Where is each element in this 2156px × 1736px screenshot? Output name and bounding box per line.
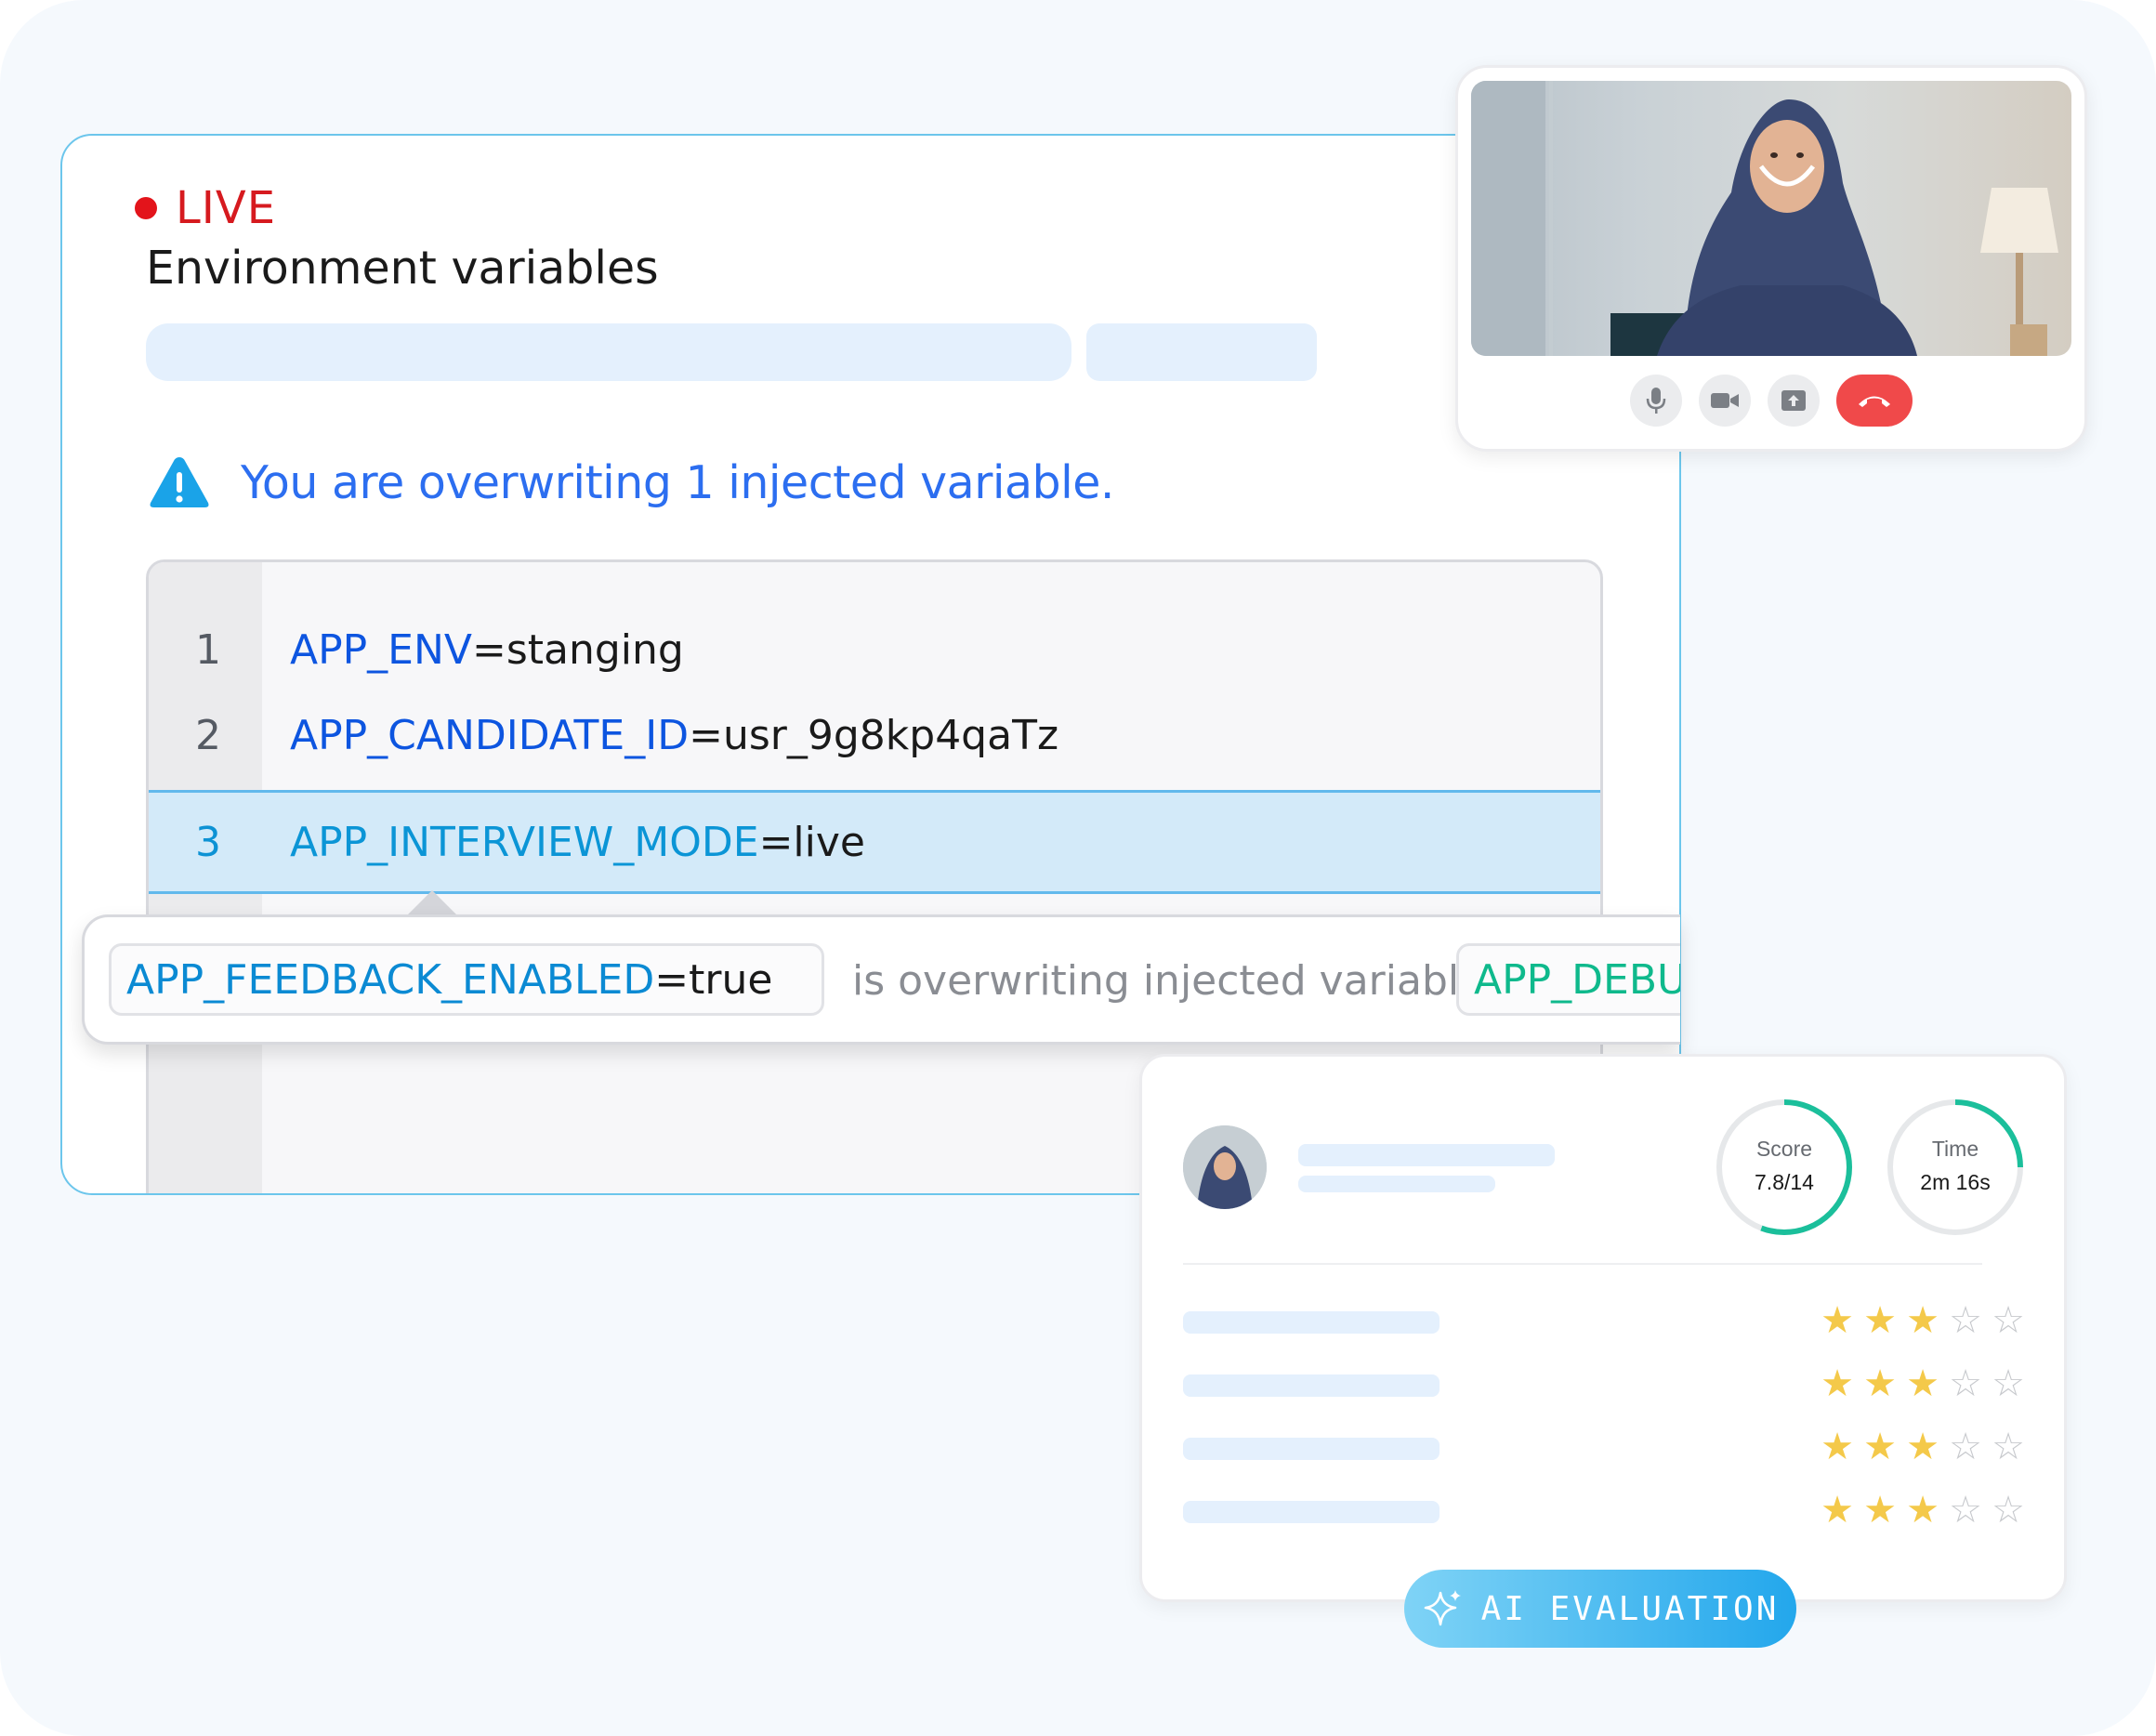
star-filled-icon: ★ xyxy=(1821,1426,1854,1468)
time-label: Time xyxy=(1931,1137,1979,1161)
star-empty-icon: ☆ xyxy=(1949,1489,1982,1532)
alert-triangle-icon xyxy=(150,457,209,507)
star-empty-icon: ☆ xyxy=(1949,1426,1982,1468)
star-filled-icon: ★ xyxy=(1863,1426,1897,1468)
candidate-subtitle-skeleton xyxy=(1298,1176,1495,1192)
live-indicator: LIVE xyxy=(135,180,276,236)
star-empty-icon: ☆ xyxy=(1992,1426,2025,1468)
time-progress-ring xyxy=(1887,1099,2023,1235)
panel-title: Environment variables xyxy=(146,242,659,295)
microphone-icon xyxy=(1646,388,1666,414)
line-number: 3 xyxy=(195,818,221,866)
ai-evaluation-label: AI EVALUATION xyxy=(1480,1589,1780,1628)
star-filled-icon: ★ xyxy=(1863,1362,1897,1405)
camera-icon xyxy=(1711,393,1739,408)
star-filled-icon: ★ xyxy=(1906,1489,1939,1532)
score-label: Score xyxy=(1755,1137,1813,1161)
criterion-label-skeleton xyxy=(1183,1501,1440,1523)
star-empty-icon: ☆ xyxy=(1949,1362,1982,1405)
screen-share-icon xyxy=(1781,390,1806,411)
star-filled-icon: ★ xyxy=(1863,1299,1897,1342)
star-rating: ★ ★ ★ ☆ ☆ xyxy=(1817,1300,2029,1341)
live-dot-icon xyxy=(135,197,157,219)
star-filled-icon: ★ xyxy=(1906,1299,1939,1342)
star-filled-icon: ★ xyxy=(1906,1362,1939,1405)
star-empty-icon: ☆ xyxy=(1992,1299,2025,1342)
code-line-highlighted[interactable]: 3 APP_INTERVIEW_MODE=live xyxy=(149,790,1600,894)
variable-value: =stanging xyxy=(471,625,684,674)
rating-row: ★ ★ ★ ☆ ☆ xyxy=(1183,1363,2029,1406)
hang-up-icon xyxy=(1859,396,1890,407)
star-rating: ★ ★ ★ ☆ ☆ xyxy=(1817,1490,2029,1531)
star-empty-icon: ☆ xyxy=(1992,1362,2025,1405)
star-rating: ★ ★ ★ ☆ ☆ xyxy=(1817,1363,2029,1404)
rating-row: ★ ★ ★ ☆ ☆ xyxy=(1183,1300,2029,1343)
injected-variable-name: APP_DEBUG xyxy=(1474,955,1680,1004)
tooltip-value: =true xyxy=(654,955,773,1004)
line-number: 1 xyxy=(195,625,221,674)
time-ring: Time 2m 16s xyxy=(1886,1098,2025,1237)
score-value: 7.8/14 xyxy=(1755,1170,1814,1194)
candidate-video-feed xyxy=(1471,81,2071,356)
star-filled-icon: ★ xyxy=(1863,1489,1897,1532)
star-empty-icon: ☆ xyxy=(1949,1299,1982,1342)
candidate-avatar xyxy=(1183,1125,1267,1209)
camera-button[interactable] xyxy=(1699,375,1751,427)
score-ring: Score 7.8/14 xyxy=(1715,1098,1854,1237)
placeholder-button-skeleton xyxy=(1086,323,1317,381)
tooltip-message: is overwriting injected variable xyxy=(852,957,1485,1005)
star-rating: ★ ★ ★ ☆ ☆ xyxy=(1817,1427,2029,1467)
tooltip-arrow xyxy=(406,890,458,916)
tooltip-key: APP_FEEDBACK_ENABLED xyxy=(126,955,655,1004)
code-line[interactable]: 1 APP_ENV=stanging xyxy=(149,607,1600,692)
end-call-button[interactable] xyxy=(1836,375,1913,427)
score-progress-ring xyxy=(1716,1099,1852,1235)
candidate-name-skeleton xyxy=(1298,1144,1555,1166)
time-value: 2m 16s xyxy=(1920,1170,1991,1194)
divider xyxy=(1183,1263,1982,1265)
star-empty-icon: ☆ xyxy=(1992,1489,2025,1532)
call-controls xyxy=(1458,375,2084,427)
video-call-window xyxy=(1455,65,2087,452)
variable-key: APP_ENV xyxy=(290,625,472,674)
rating-row: ★ ★ ★ ☆ ☆ xyxy=(1183,1490,2029,1532)
criterion-label-skeleton xyxy=(1183,1438,1440,1460)
variable-key: APP_INTERVIEW_MODE xyxy=(290,818,759,866)
overwriting-variable-chip[interactable]: APP_FEEDBACK_ENABLED =true xyxy=(109,943,824,1016)
star-filled-icon: ★ xyxy=(1821,1299,1854,1342)
warning-message: You are overwriting 1 injected variable. xyxy=(241,455,1114,509)
sparkle-icon xyxy=(1424,1590,1461,1626)
variable-value: =live xyxy=(758,818,865,866)
candidate-portrait-image xyxy=(1471,81,2058,356)
injected-variable-chip[interactable]: APP_DEBUG xyxy=(1456,943,1680,1016)
star-filled-icon: ★ xyxy=(1906,1426,1939,1468)
star-filled-icon: ★ xyxy=(1821,1362,1854,1405)
live-label: LIVE xyxy=(176,182,277,234)
variable-value: =usr_9g8kp4qaTz xyxy=(689,711,1059,759)
evaluation-card: Score 7.8/14 Time 2m 16s ★ ★ ★ ☆ ☆ ★ ★ ★ ☆ ☆ ★ ★ ★ ☆ ☆… xyxy=(1139,1054,2067,1602)
candidate-avatar-image xyxy=(1183,1125,1267,1209)
criterion-label-skeleton xyxy=(1183,1311,1440,1334)
overwrite-tooltip: APP_FEEDBACK_ENABLED =true is overwriting… xyxy=(82,914,1680,1045)
code-line[interactable]: 2 APP_CANDIDATE_ID=usr_9g8kp4qaTz xyxy=(149,692,1600,778)
star-filled-icon: ★ xyxy=(1821,1489,1854,1532)
rating-row: ★ ★ ★ ☆ ☆ xyxy=(1183,1427,2029,1469)
screen-share-button[interactable] xyxy=(1768,375,1820,427)
placeholder-input-skeleton xyxy=(146,323,1071,381)
microphone-button[interactable] xyxy=(1630,375,1682,427)
criterion-label-skeleton xyxy=(1183,1374,1440,1397)
overwrite-warning: You are overwriting 1 injected variable. xyxy=(148,454,1114,511)
line-number: 2 xyxy=(195,711,221,759)
ai-evaluation-badge[interactable]: AI EVALUATION xyxy=(1404,1570,1796,1648)
variable-key: APP_CANDIDATE_ID xyxy=(290,711,690,759)
